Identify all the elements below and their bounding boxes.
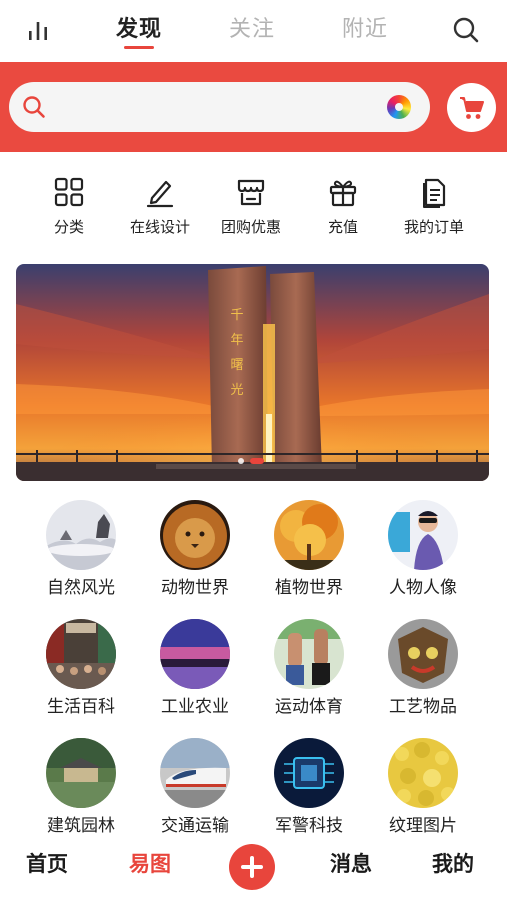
quick-menu: 分类 在线设计 团购优惠 充值 我的订单 xyxy=(0,152,507,260)
category-animals[interactable]: 动物世界 xyxy=(138,500,252,610)
tab-discover[interactable]: 发现 xyxy=(116,14,162,44)
carousel-dot[interactable] xyxy=(238,458,244,464)
category-textures[interactable]: 纹理图片 xyxy=(366,738,480,848)
svg-text:曙: 曙 xyxy=(230,358,243,373)
category-label: 纹理图片 xyxy=(389,816,457,835)
category-label: 自然风光 xyxy=(47,578,115,597)
pencil-icon xyxy=(146,180,174,208)
search-band xyxy=(0,62,507,152)
category-label: 运动体育 xyxy=(275,697,343,716)
quick-item-design[interactable]: 在线设计 xyxy=(110,176,210,246)
quick-item-label: 在线设计 xyxy=(129,219,190,236)
category-people[interactable]: 人物人像 xyxy=(366,500,480,610)
cart-button[interactable] xyxy=(447,83,496,132)
category-industry-agriculture[interactable]: 工业农业 xyxy=(138,619,252,729)
active-tab-indicator xyxy=(124,46,154,49)
category-thumbnail xyxy=(274,500,344,570)
quick-item-label: 分类 xyxy=(53,219,84,236)
category-architecture[interactable]: 建筑园林 xyxy=(24,738,138,848)
category-label: 植物世界 xyxy=(275,578,343,597)
svg-text:千: 千 xyxy=(230,308,243,323)
category-thumbnail xyxy=(160,738,230,808)
quick-item-label: 充值 xyxy=(327,219,358,236)
category-thumbnail xyxy=(388,619,458,689)
banner-image: 千 年 曙 光 xyxy=(16,264,489,481)
tab-nearby[interactable]: 附近 xyxy=(342,14,388,44)
document-icon xyxy=(423,178,446,208)
category-transport[interactable]: 交通运输 xyxy=(138,738,252,848)
search-icon xyxy=(23,96,45,118)
tab-follow[interactable]: 关注 xyxy=(229,14,275,44)
quick-item-recharge[interactable]: 充值 xyxy=(293,176,393,246)
category-military-tech[interactable]: 军警科技 xyxy=(252,738,366,848)
category-thumbnail xyxy=(274,619,344,689)
bottom-nav: 首页 易图 消息 我的 xyxy=(0,836,507,900)
quick-item-label: 我的订单 xyxy=(403,219,464,236)
category-label: 交通运输 xyxy=(161,816,229,835)
category-thumbnail xyxy=(160,500,230,570)
svg-text:光: 光 xyxy=(230,383,243,398)
bottom-tab-mine[interactable]: 我的 xyxy=(432,851,474,879)
category-label: 动物世界 xyxy=(161,578,229,597)
category-label: 工业农业 xyxy=(161,697,229,716)
gift-icon xyxy=(329,180,357,207)
quick-item-orders[interactable]: 我的订单 xyxy=(384,176,484,246)
banner-carousel[interactable]: 千 年 曙 光 xyxy=(16,264,489,481)
svg-text:年: 年 xyxy=(230,333,243,348)
bar-chart-icon[interactable] xyxy=(26,18,50,42)
category-label: 生活百科 xyxy=(47,697,115,716)
bottom-tab-yitu[interactable]: 易图 xyxy=(129,851,171,879)
top-nav: 发现 关注 附近 xyxy=(0,0,507,62)
search-box[interactable] xyxy=(9,82,430,132)
search-input[interactable] xyxy=(57,90,377,124)
category-label: 军警科技 xyxy=(275,816,343,835)
color-wheel-icon[interactable] xyxy=(387,95,411,119)
category-label: 工艺物品 xyxy=(389,697,457,716)
category-thumbnail xyxy=(388,738,458,808)
category-thumbnail xyxy=(46,738,116,808)
category-thumbnail xyxy=(46,619,116,689)
shopping-cart-icon xyxy=(460,97,484,119)
category-plants[interactable]: 植物世界 xyxy=(252,500,366,610)
category-crafts[interactable]: 工艺物品 xyxy=(366,619,480,729)
category-thumbnail xyxy=(274,738,344,808)
category-thumbnail xyxy=(160,619,230,689)
category-thumbnail xyxy=(388,500,458,570)
quick-item-label: 团购优惠 xyxy=(220,219,281,236)
category-label: 人物人像 xyxy=(389,578,457,597)
category-label: 建筑园林 xyxy=(47,816,115,835)
category-thumbnail xyxy=(46,500,116,570)
bottom-tab-home[interactable]: 首页 xyxy=(26,851,68,879)
category-nature[interactable]: 自然风光 xyxy=(24,500,138,610)
search-icon[interactable] xyxy=(452,16,480,44)
quick-item-category[interactable]: 分类 xyxy=(19,176,119,246)
quick-item-group-buy[interactable]: 团购优惠 xyxy=(201,176,301,246)
storefront-icon xyxy=(237,179,265,206)
bottom-tab-messages[interactable]: 消息 xyxy=(330,851,372,879)
grid-icon xyxy=(54,177,84,207)
carousel-dot-active[interactable] xyxy=(250,458,264,464)
category-sports[interactable]: 运动体育 xyxy=(252,619,366,729)
category-life[interactable]: 生活百科 xyxy=(24,619,138,729)
plus-icon[interactable] xyxy=(229,844,275,890)
